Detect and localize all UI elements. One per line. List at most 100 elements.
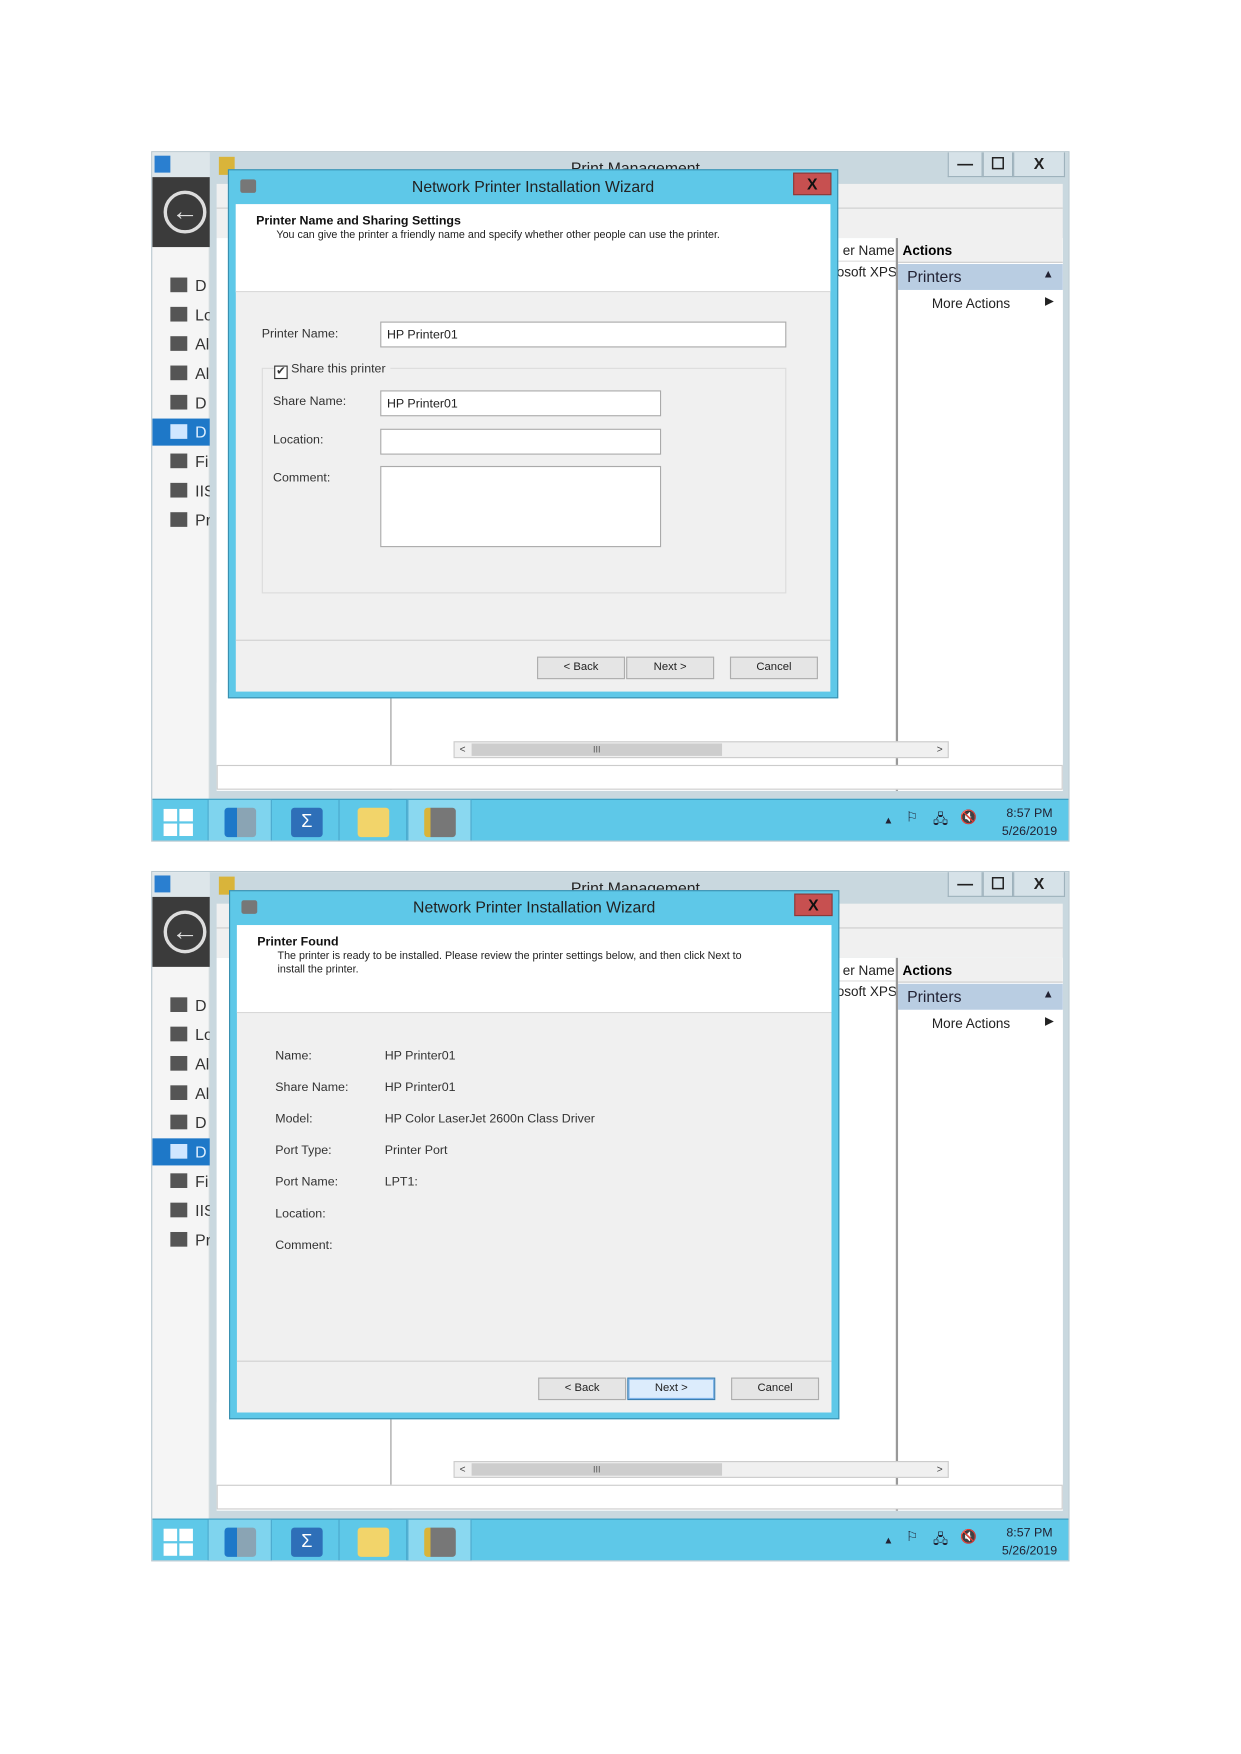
clock-time: 8:57 PM [1006,1526,1053,1540]
sidebar-item[interactable]: Al [152,360,210,387]
location-input[interactable] [380,428,662,455]
dialog-title: Network Printer Installation Wizard [413,898,656,917]
sidebar-item[interactable]: Al [152,331,210,358]
sidebar-item-label: Fi [195,1172,209,1191]
column-header-driver-name[interactable]: er Name [831,960,900,982]
back-button[interactable]: ← [163,910,207,954]
horizontal-scrollbar[interactable]: < III > [453,1461,949,1478]
summary-value: HP Printer01 [384,1080,456,1095]
back-button[interactable]: ← [163,190,207,234]
sidebar-item[interactable]: IIS [152,477,210,504]
actions-header: Actions [898,957,1063,983]
cancel-button[interactable]: Cancel [731,1377,820,1401]
sidebar-item[interactable]: Al [152,1050,210,1077]
more-actions-item[interactable]: More Actions ▶ [898,292,1063,315]
sidebar-item-label: Al [195,1054,210,1073]
step-heading: Printer Name and Sharing Settings [256,214,461,228]
screenshot-printer-found-step: ← DLoAlAlDDFiIISPr Print Management — ☐ … [151,870,1070,1562]
minimize-button[interactable]: — [947,152,983,178]
scroll-thumb[interactable]: III [471,1463,723,1476]
network-icon[interactable]: 🖧 [933,1529,948,1553]
sidebar-item[interactable]: Pr [152,1226,210,1253]
maximize-button[interactable]: ☐ [982,872,1014,897]
dns-icon [170,424,188,439]
sidebar-item[interactable]: Fi [152,448,210,475]
sidebar-item-label: IIS [195,481,210,500]
scroll-right-icon[interactable]: > [932,742,948,757]
horizontal-scrollbar[interactable]: < III > [453,741,949,759]
comment-textarea[interactable] [380,465,662,548]
show-hidden-icons-button[interactable]: ▲ [883,815,893,826]
taskbar-print-management[interactable] [407,1519,472,1561]
action-center-flag-icon[interactable]: ⚐ [906,809,918,825]
sidebar-top [152,152,210,178]
share-printer-checkbox[interactable]: ✔ Share this printer [274,362,391,380]
sidebar-item[interactable]: D [152,992,210,1019]
sidebar-item[interactable]: D [152,389,210,416]
collapse-up-icon[interactable]: ▲ [1043,988,1054,1000]
next-button[interactable]: Next > [627,1377,716,1401]
sidebar-item[interactable]: Fi [152,1168,210,1195]
taskbar-file-explorer[interactable] [340,799,408,841]
sidebar-item[interactable]: Lo [152,1021,210,1048]
taskbar-print-management[interactable] [407,799,472,841]
printer-name-input[interactable] [380,321,787,348]
all-servers-icon [170,1085,188,1100]
share-name-input[interactable] [380,390,662,417]
sidebar-item[interactable]: D [152,272,210,299]
taskbar-powershell[interactable]: Σ [272,799,340,841]
scroll-left-icon[interactable]: < [455,1462,471,1477]
back-button[interactable]: < Back [538,1377,627,1401]
sidebar-item[interactable]: D [152,418,210,446]
start-button[interactable] [152,799,209,841]
screenshot-printer-name-step: ← DLoAlAlDDFiIISPr Print Management — ☐ … [151,151,1070,842]
more-actions-label: More Actions [931,295,1011,312]
sidebar-item[interactable]: IIS [152,1197,210,1224]
taskbar-server-manager[interactable] [208,1519,272,1561]
taskbar-server-manager[interactable] [208,799,272,841]
next-button[interactable]: Next > [626,656,715,680]
dialog-close-button[interactable]: X [793,172,832,196]
scroll-left-icon[interactable]: < [455,742,471,757]
sidebar-item[interactable]: D [152,1138,210,1166]
scroll-right-icon[interactable]: > [932,1462,948,1477]
dhcp-icon [170,394,188,410]
collapse-up-icon[interactable]: ▲ [1043,269,1054,281]
minimize-button[interactable]: — [947,872,983,897]
maximize-button[interactable]: ☐ [982,152,1014,178]
actions-printers-section[interactable]: Printers ▲ [898,983,1063,1010]
sidebar-item-label: Al [195,1084,210,1103]
start-button[interactable] [152,1519,209,1561]
status-bar [216,1484,1063,1510]
clock[interactable]: 8:57 PM 5/26/2019 [1002,1524,1057,1560]
actions-printers-section[interactable]: Printers ▲ [898,263,1063,290]
sidebar-item[interactable]: Pr [152,507,210,534]
network-icon[interactable]: 🖧 [933,809,948,833]
show-hidden-icons-button[interactable]: ▲ [883,1534,893,1545]
sidebar-item[interactable]: Al [152,1080,210,1107]
more-actions-item[interactable]: More Actions ▶ [898,1012,1063,1035]
scroll-thumb[interactable]: III [471,743,723,756]
windows-logo-icon [163,808,193,836]
taskbar-file-explorer[interactable] [340,1519,408,1561]
close-button[interactable]: X [1013,152,1066,178]
back-button[interactable]: < Back [537,656,626,680]
volume-muted-icon[interactable]: 🔇 [960,1529,977,1545]
volume-muted-icon[interactable]: 🔇 [960,809,977,825]
close-button[interactable]: X [1013,872,1066,897]
clock[interactable]: 8:57 PM 5/26/2019 [1002,804,1057,840]
summary-label: Port Type: [275,1143,332,1158]
list-item[interactable]: osoft XPS [831,984,899,1000]
sidebar-item-label: D [195,393,207,412]
taskbar-powershell[interactable]: Σ [272,1519,340,1561]
checkmark-icon[interactable]: ✔ [274,365,288,380]
column-header-driver-name[interactable]: er Name [831,240,900,262]
dhcp-icon [170,1114,188,1130]
list-item[interactable]: osoft XPS [831,264,899,280]
sidebar-item[interactable]: D [152,1109,210,1136]
sidebar-item[interactable]: Lo [152,301,210,328]
action-center-flag-icon[interactable]: ⚐ [906,1529,918,1545]
cancel-button[interactable]: Cancel [729,656,818,680]
server-manager-sidebar: ← DLoAlAlDDFiIISPr [152,872,210,1519]
dialog-close-button[interactable]: X [794,893,833,917]
